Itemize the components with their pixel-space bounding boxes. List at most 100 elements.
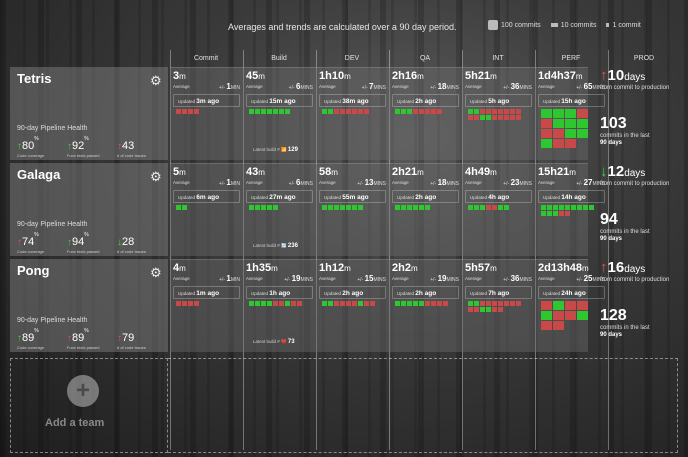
commit-block[interactable] (516, 301, 521, 306)
commit-block[interactable] (504, 115, 509, 120)
commit-block[interactable] (358, 205, 363, 210)
commit-block[interactable] (431, 109, 436, 114)
commit-block[interactable] (486, 109, 491, 114)
commit-block[interactable] (480, 115, 485, 120)
commit-block[interactable] (577, 301, 588, 310)
commit-block[interactable] (182, 301, 187, 306)
commit-block[interactable] (364, 109, 369, 114)
commit-block[interactable] (352, 205, 357, 210)
team-name[interactable]: Pong (17, 263, 50, 278)
commit-block[interactable] (267, 205, 272, 210)
commit-block[interactable] (413, 205, 418, 210)
commit-block[interactable] (516, 109, 521, 114)
commit-block[interactable] (346, 301, 351, 306)
stage-cell[interactable]: 1h12m Average +/- 15MINS Updated 2h ago (316, 260, 389, 352)
commit-block[interactable] (498, 109, 503, 114)
commit-block[interactable] (577, 109, 588, 118)
commit-block[interactable] (541, 119, 552, 128)
commit-block[interactable] (395, 301, 400, 306)
commit-block[interactable] (425, 205, 430, 210)
commit-block[interactable] (285, 301, 290, 306)
commit-block[interactable] (577, 311, 588, 320)
commit-block[interactable] (504, 109, 509, 114)
commit-block[interactable] (346, 109, 351, 114)
commit-block[interactable] (255, 301, 260, 306)
commit-block[interactable] (182, 205, 187, 210)
commit-block[interactable] (437, 301, 442, 306)
commit-block[interactable] (346, 205, 351, 210)
commit-block[interactable] (328, 205, 333, 210)
commit-block[interactable] (328, 109, 333, 114)
commit-block[interactable] (553, 211, 558, 216)
commit-block[interactable] (249, 205, 254, 210)
commit-block[interactable] (413, 301, 418, 306)
plus-icon[interactable]: + (67, 375, 99, 407)
commit-block[interactable] (480, 307, 485, 312)
commit-block[interactable] (340, 301, 345, 306)
commit-block[interactable] (474, 301, 479, 306)
add-team-tile[interactable]: + Add a team (10, 358, 168, 453)
commit-block[interactable] (413, 109, 418, 114)
commit-block[interactable] (577, 119, 588, 128)
commit-block[interactable] (395, 109, 400, 114)
commit-block[interactable] (474, 205, 479, 210)
commit-block[interactable] (249, 109, 254, 114)
stage-cell[interactable]: 5h21m Average +/- 36MINS Updated 5h ago (462, 68, 535, 160)
commit-block[interactable] (340, 109, 345, 114)
commit-block[interactable] (516, 115, 521, 120)
commit-block[interactable] (510, 115, 515, 120)
commit-block[interactable] (541, 321, 552, 330)
team-panel[interactable]: Pong ⚙ 90-day Pipeline Health ↑89% Code … (10, 259, 168, 352)
commit-block[interactable] (431, 301, 436, 306)
commit-block[interactable] (334, 205, 339, 210)
stage-cell[interactable]: 2h21m Average +/- 18MINS Updated 2h ago (389, 164, 462, 256)
gear-icon[interactable]: ⚙ (150, 73, 162, 89)
commit-block[interactable] (565, 211, 570, 216)
commit-block[interactable] (468, 205, 473, 210)
commit-block[interactable] (553, 301, 564, 310)
commit-block[interactable] (425, 109, 430, 114)
commit-block[interactable] (553, 311, 564, 320)
commit-block[interactable] (577, 205, 582, 210)
commit-block[interactable] (498, 115, 503, 120)
commit-block[interactable] (291, 301, 296, 306)
commit-block[interactable] (541, 311, 552, 320)
commit-block[interactable] (547, 211, 552, 216)
commit-block[interactable] (498, 301, 503, 306)
commit-block[interactable] (285, 109, 290, 114)
commit-block[interactable] (407, 109, 412, 114)
commit-block[interactable] (370, 301, 375, 306)
commit-block[interactable] (553, 109, 564, 118)
commit-block[interactable] (577, 129, 588, 138)
commit-block[interactable] (480, 205, 485, 210)
commit-block[interactable] (559, 211, 564, 216)
commit-block[interactable] (364, 301, 369, 306)
commit-block[interactable] (273, 205, 278, 210)
commit-block[interactable] (474, 307, 479, 312)
commit-block[interactable] (322, 205, 327, 210)
stage-cell[interactable]: 45m Average +/- 6MINS Updated 15m ago La… (243, 68, 316, 160)
commit-block[interactable] (492, 301, 497, 306)
commit-block[interactable] (559, 205, 564, 210)
commit-block[interactable] (425, 301, 430, 306)
commit-block[interactable] (249, 301, 254, 306)
commit-block[interactable] (486, 205, 491, 210)
commit-block[interactable] (297, 301, 302, 306)
commit-block[interactable] (553, 139, 564, 148)
stage-cell[interactable]: 5m Average +/- 1MIN Updated 6m ago (170, 164, 243, 256)
commit-block[interactable] (486, 307, 491, 312)
stage-cell[interactable]: 2h16m Average +/- 18MINS Updated 2h ago (389, 68, 462, 160)
commit-block[interactable] (401, 205, 406, 210)
commit-block[interactable] (486, 115, 491, 120)
commit-block[interactable] (334, 109, 339, 114)
commit-block[interactable] (541, 129, 552, 138)
commit-block[interactable] (443, 301, 448, 306)
commit-block[interactable] (547, 205, 552, 210)
commit-block[interactable] (255, 109, 260, 114)
commit-block[interactable] (419, 205, 424, 210)
commit-block[interactable] (468, 301, 473, 306)
commit-block[interactable] (468, 109, 473, 114)
stage-cell[interactable]: 58m Average +/- 13MINS Updated 55m ago (316, 164, 389, 256)
commit-block[interactable] (401, 109, 406, 114)
commit-block[interactable] (553, 119, 564, 128)
